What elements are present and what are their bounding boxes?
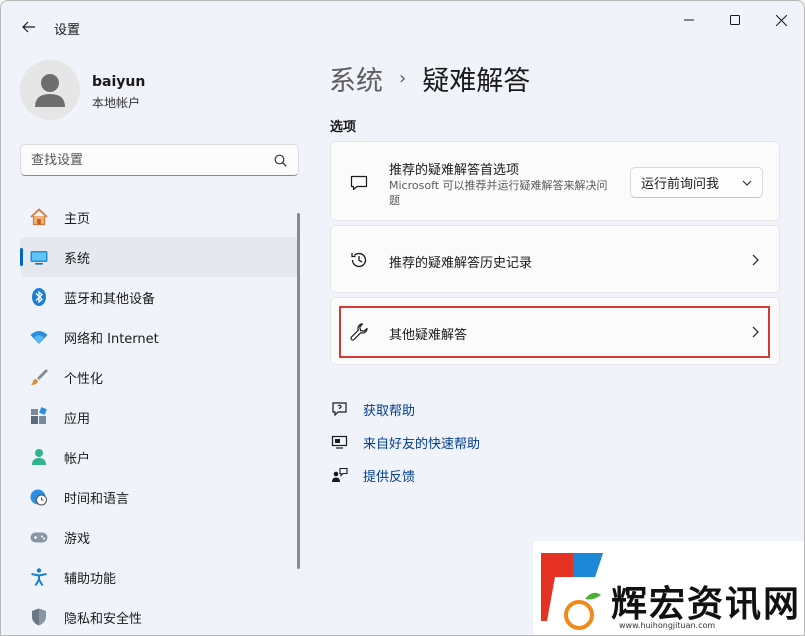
- sidebar-item-home[interactable]: 主页: [20, 197, 299, 237]
- troubleshoot-history-card[interactable]: 推荐的疑难解答历史记录: [330, 225, 780, 293]
- sidebar-item-gaming[interactable]: 游戏: [20, 517, 299, 557]
- wrench-icon: [348, 321, 370, 343]
- chevron-right-icon: [749, 324, 761, 340]
- sidebar-item-personalization[interactable]: 个性化: [20, 357, 299, 397]
- system-icon: [28, 246, 50, 268]
- close-button[interactable]: [758, 9, 804, 31]
- quick-assist-icon: [330, 433, 348, 451]
- search-icon[interactable]: [272, 152, 288, 168]
- sidebar-item-label: 帐户: [64, 451, 91, 467]
- close-icon: [775, 14, 787, 26]
- sidebar-item-bluetooth[interactable]: 蓝牙和其他设备: [20, 277, 299, 317]
- maximize-button[interactable]: [712, 9, 758, 31]
- gamepad-icon: [28, 526, 50, 548]
- sidebar-item-label: 隐私和安全性: [64, 611, 143, 627]
- quick-assist-link[interactable]: 来自好友的快速帮助: [330, 432, 480, 452]
- chevron-down-icon: [742, 180, 752, 186]
- back-button[interactable]: [15, 15, 43, 39]
- run-preference-dropdown[interactable]: 运行前询问我: [630, 167, 763, 198]
- link-label: 来自好友的快速帮助: [363, 436, 481, 452]
- link-label: 获取帮助: [363, 403, 416, 419]
- page-title: 疑难解答: [422, 66, 531, 97]
- sidebar-item-system[interactable]: 系统: [20, 237, 299, 277]
- sidebar-nav: 主页 系统 蓝牙和其他设备 网络和 Internet 个性化 应用 帐户 时间和…: [20, 197, 299, 635]
- arrow-left-icon: [22, 21, 35, 33]
- history-icon: [348, 249, 370, 271]
- help-icon: [330, 400, 348, 418]
- watermark: 辉宏资讯网 www.huihongjituan.com: [533, 541, 804, 635]
- minimize-icon: [684, 19, 694, 21]
- breadcrumb-parent[interactable]: 系统: [329, 59, 383, 98]
- sidebar-item-accounts[interactable]: 帐户: [20, 437, 299, 477]
- sidebar-item-accessibility[interactable]: 辅助功能: [20, 557, 299, 597]
- section-label-options: 选项: [330, 120, 357, 135]
- user-silhouette-icon: [35, 74, 65, 107]
- troubleshoot-history-title: 推荐的疑难解答历史记录: [389, 256, 533, 271]
- sidebar-item-label: 主页: [64, 211, 91, 227]
- other-troubleshooters-title: 其他疑难解答: [389, 328, 468, 343]
- sidebar-scrollbar[interactable]: [297, 213, 300, 569]
- account-type: 本地帐户: [92, 96, 141, 110]
- minimize-button[interactable]: [666, 9, 712, 31]
- other-troubleshooters-card[interactable]: 其他疑难解答: [330, 297, 780, 365]
- sidebar-item-network[interactable]: 网络和 Internet: [20, 317, 299, 357]
- breadcrumb: 系统 › 疑难解答: [329, 59, 530, 98]
- search-box[interactable]: [20, 144, 299, 176]
- bluetooth-icon: [28, 286, 50, 308]
- feedback-icon: [330, 466, 348, 484]
- maximize-icon: [730, 15, 740, 25]
- feedback-link[interactable]: 提供反馈: [330, 465, 415, 485]
- globe-clock-icon: [28, 486, 50, 508]
- chat-bubble-icon: [348, 172, 370, 194]
- sidebar-item-time-language[interactable]: 时间和语言: [20, 477, 299, 517]
- sidebar-item-privacy[interactable]: 隐私和安全性: [20, 597, 299, 635]
- sidebar-item-label: 时间和语言: [64, 491, 130, 507]
- sidebar-item-label: 蓝牙和其他设备: [64, 291, 156, 307]
- sidebar-item-label: 辅助功能: [64, 571, 117, 587]
- search-input[interactable]: [31, 152, 272, 168]
- title-bar: 设置: [1, 1, 804, 51]
- wifi-icon: [28, 326, 50, 348]
- user-name: baiyun: [92, 74, 146, 90]
- apps-icon: [28, 406, 50, 428]
- link-label: 提供反馈: [363, 469, 416, 485]
- sidebar-item-label: 个性化: [64, 371, 104, 387]
- avatar[interactable]: [20, 60, 80, 120]
- dropdown-value: 运行前询问我: [641, 177, 720, 192]
- home-icon: [28, 206, 50, 228]
- sidebar-item-label: 应用: [64, 411, 91, 427]
- sidebar-item-label: 系统: [64, 251, 91, 267]
- shield-icon: [28, 606, 50, 628]
- get-help-link[interactable]: 获取帮助: [330, 399, 415, 419]
- recommended-preferences-title: 推荐的疑难解答首选项: [389, 163, 520, 178]
- watermark-url: www.huihongjituan.com: [619, 621, 716, 630]
- recommended-preferences-description: Microsoft 可以推荐并运行疑难解答来解决问题: [389, 179, 608, 207]
- app-title: 设置: [54, 23, 81, 38]
- account-icon: [28, 446, 50, 468]
- brush-icon: [28, 366, 50, 388]
- settings-window: 设置 baiyun 本地帐户 主页: [0, 0, 805, 636]
- watermark-logo: [541, 553, 603, 630]
- chevron-right-icon: [749, 252, 761, 268]
- breadcrumb-separator: ›: [399, 68, 407, 89]
- sidebar-item-apps[interactable]: 应用: [20, 397, 299, 437]
- sidebar-item-label: 网络和 Internet: [64, 331, 159, 347]
- watermark-text: 辉宏资讯网: [611, 584, 802, 625]
- accessibility-icon: [28, 566, 50, 588]
- sidebar-item-label: 游戏: [64, 531, 91, 547]
- recommended-preferences-card: 推荐的疑难解答首选项 Microsoft 可以推荐并运行疑难解答来解决问题 运行…: [330, 141, 780, 221]
